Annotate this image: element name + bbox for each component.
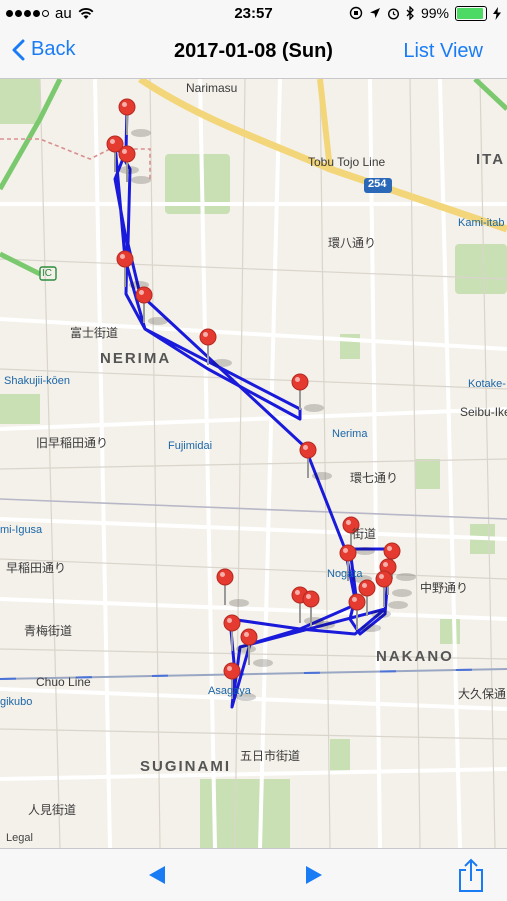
map-label-igusa: mi-Igusa [0,524,43,536]
next-arrow-icon[interactable] [302,863,326,887]
orientation-lock-icon [349,6,363,20]
map-label-kanpachi: 環八通り [328,236,377,250]
status-right: 99% [349,5,501,21]
map-label-kami-itabashi: Kami-itab [458,217,505,229]
map-label-tobu-tojo-line: Tobu Tojo Line [308,155,386,169]
map-label-shin-ome: 街道 [352,527,377,541]
map-label-ic: IC [42,268,52,279]
route-layer [106,98,416,709]
map-view[interactable]: Narimasu Tobu Tojo Line 254 ITA Kami-ita… [0,79,507,848]
map-label-nogata: Nogata [327,568,363,580]
map-label-kyu-waseda: 旧早稲田通り [36,436,109,450]
route-254-shield: 254 [368,178,387,190]
list-view-button[interactable]: List View [403,40,483,63]
map-label-hitomi-kaido: 人見街道 [28,803,77,817]
map-label-suginami-area: SUGINAMI [140,758,231,775]
share-icon[interactable] [456,857,486,893]
map-label-nakano-area: NAKANO [376,648,454,665]
location-pin[interactable] [118,98,151,137]
bluetooth-icon [406,6,414,20]
map-label-waseda-dori: 早稲田通り [6,561,67,575]
status-bar: au 23:57 99% [0,0,507,28]
map-label-nerima-station: Nerima [332,428,368,440]
map-label-shakujii-koen: Shakujii-kōen [4,375,71,387]
map-label-kanana: 環七通り [350,471,399,485]
previous-arrow-icon[interactable] [145,863,169,887]
map-label-ita: ITA [476,151,506,168]
map-label-okubo-dori: 大久保通り [458,687,507,701]
location-pin[interactable] [118,145,151,184]
map-label-asagaya: Asagaya [208,685,251,697]
map-label-seibu-ikebukuro: Seibu-Ikeb [460,405,507,419]
map-label-kotake: Kotake- [468,378,506,390]
map-label-ogikubo: gikubo [0,696,33,708]
bottom-toolbar [0,848,507,901]
battery-percent: 99% [420,5,449,21]
charging-bolt-icon [493,6,501,20]
map-label-narimasu: Narimasu [186,81,238,95]
location-pin[interactable] [299,441,332,480]
map-label-nakano-dori: 中野通り [420,581,469,595]
battery-icon [455,5,487,21]
location-pin[interactable] [216,568,249,607]
map-label-ome-kaido: 青梅街道 [24,624,73,638]
route-polyline [113,106,392,709]
map-label-fujikaido: 富士街道 [70,326,119,340]
map-label-nerima-area: NERIMA [100,350,172,367]
map-label-chuo-line: Chuo Line [36,675,91,689]
location-arrow-icon [369,8,380,18]
navigation-bar: Back 2017-01-08 (Sun) List View [0,28,507,79]
map-label-fujimidai: Fujimidai [168,440,213,452]
map-label-itsukaichi: 五日市街道 [240,749,301,763]
legal-link[interactable]: Legal [6,832,33,844]
alarm-icon [387,7,399,20]
